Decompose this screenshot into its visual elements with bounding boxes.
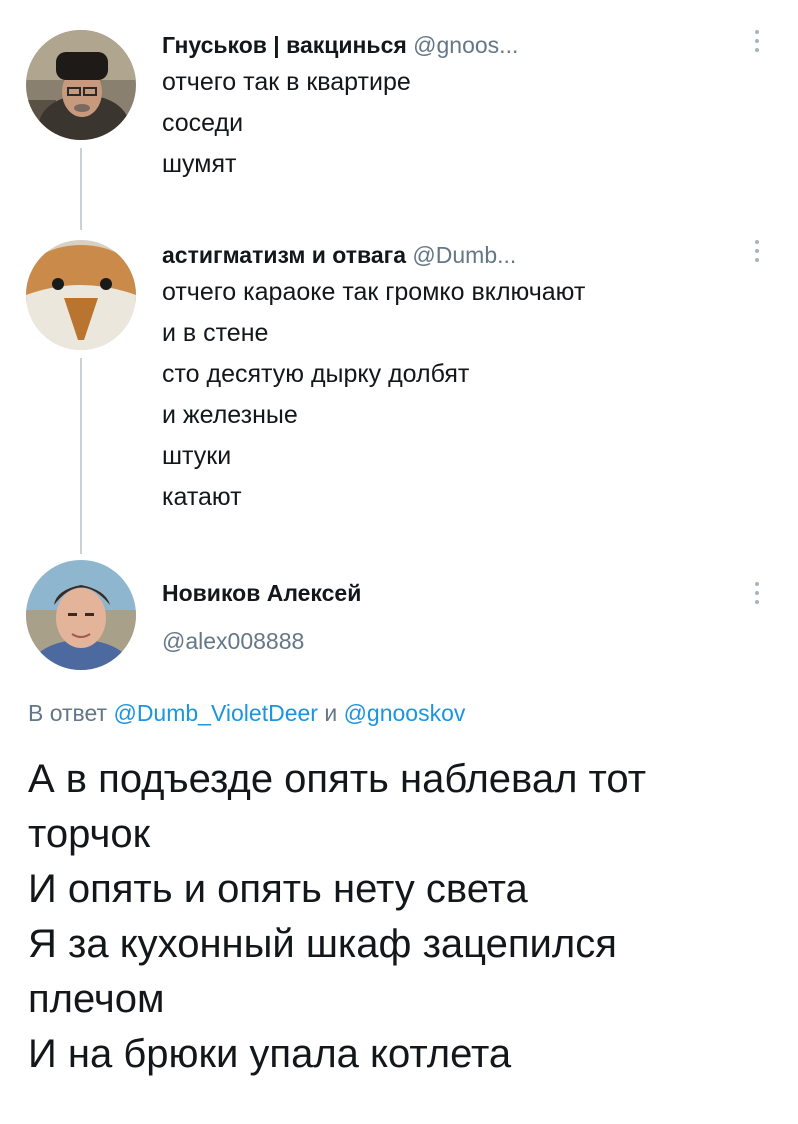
tweet-line: и в стене [162, 319, 269, 347]
tweet-line: сто десятую дырку долбят [162, 360, 470, 388]
author-row: астигматизм и отвага @Dumb... [162, 242, 516, 269]
author-name[interactable]: астигматизм и отвага [162, 242, 406, 268]
avatar[interactable] [26, 560, 136, 670]
author-name-row: Новиков Алексей [162, 580, 361, 607]
tweet-line: отчего караоке так громко включают [162, 278, 586, 306]
tweet-line: отчего так в квартире [162, 68, 411, 96]
author-handle[interactable]: @alex008888 [162, 628, 304, 654]
tweet-line: плечом [28, 977, 165, 1021]
reply-prefix: В ответ [28, 700, 108, 726]
more-vertical-icon[interactable] [754, 582, 760, 604]
tweet-body: отчего так в квартире соседи шумят [162, 62, 411, 185]
more-vertical-icon[interactable] [754, 240, 760, 262]
tweet-line: А в подъезде опять наблевал тот [28, 757, 647, 801]
tweet-line: торчок [28, 812, 151, 856]
tweet-body: отчего караоке так громко включают и в с… [162, 272, 585, 518]
tweet-line: катают [162, 483, 242, 511]
main-tweet-text: А в подъезде опять наблевал тот торчок И… [28, 752, 778, 1082]
tweet-line: штуки [162, 442, 232, 470]
tweet-line: И опять и опять нету света [28, 867, 528, 911]
author-row: Гнуськов | вакцинься @gnoos... [162, 32, 518, 59]
reply-context: В ответ @Dumb_VioletDeer и @gnooskov [28, 700, 465, 727]
thread-tweet-1[interactable]: Гнуськов | вакцинься @gnoos... отчего та… [0, 0, 798, 200]
tweet-line: и железные [162, 401, 298, 429]
tweet-line: И на брюки упала котлета [28, 1032, 512, 1076]
tweet-line: соседи [162, 109, 244, 137]
author-handle-row: @alex008888 [162, 628, 304, 655]
tweet-line: Я за кухонный шкаф зацепился [28, 922, 617, 966]
mention-link[interactable]: @gnooskov [344, 700, 466, 726]
thread-tweet-2[interactable]: астигматизм и отвага @Dumb... отчего кар… [0, 230, 798, 530]
author-handle[interactable]: @gnoos... [413, 32, 518, 58]
avatar[interactable] [26, 240, 136, 350]
reply-and: и [324, 700, 338, 726]
author-name[interactable]: Гнуськов | вакцинься [162, 32, 407, 58]
more-vertical-icon[interactable] [754, 30, 760, 52]
author-name[interactable]: Новиков Алексей [162, 580, 361, 606]
mention-link[interactable]: @Dumb_VioletDeer [113, 700, 317, 726]
tweet-line: шумят [162, 150, 237, 178]
author-handle[interactable]: @Dumb... [412, 242, 516, 268]
avatar[interactable] [26, 30, 136, 140]
